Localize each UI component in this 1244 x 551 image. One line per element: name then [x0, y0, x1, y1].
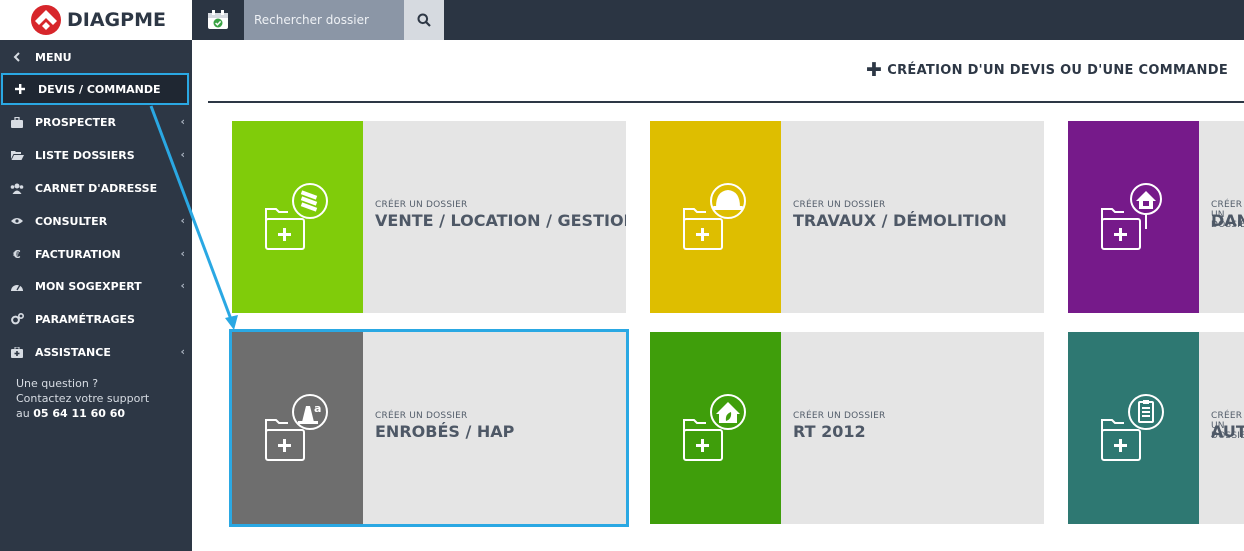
chevron-left-icon: ‹ — [180, 345, 185, 358]
folder-sale-icon — [265, 183, 328, 250]
sidebar-item-label: ASSISTANCE — [35, 345, 111, 359]
card-title: TRAVAUX / DÉMOLITION — [793, 211, 1007, 230]
title-divider — [208, 101, 1244, 103]
card-title: RT 2012 — [793, 422, 866, 441]
card-title: ENROBÉS / HAP — [375, 422, 515, 441]
sidebar-item-label: PROSPECTER — [35, 115, 116, 129]
sidebar-item-label: DEVIS / COMMANDE — [38, 82, 161, 96]
card-icon-area — [1068, 121, 1199, 313]
sidebar-item-label: FACTURATION — [35, 247, 121, 261]
sidebar-item-menu[interactable]: MENU — [0, 41, 192, 73]
support-question: Une question ? — [16, 377, 99, 390]
card-enrobes-hap[interactable]: a CRÉER UN DOSSIER ENROBÉS / HAP — [229, 329, 629, 527]
search-button[interactable] — [404, 0, 444, 40]
card-title: DAN — [1211, 211, 1244, 230]
sidebar-item-label: MON SOGEXPERT — [35, 279, 142, 293]
chevron-left-icon — [10, 50, 24, 64]
sidebar-item-consulter[interactable]: CONSULTER ‹ — [0, 205, 192, 237]
calendar-check-icon — [208, 10, 228, 29]
folder-eco-house-icon — [683, 394, 746, 461]
sidebar-item-mon-sogexpert[interactable]: MON SOGEXPERT ‹ — [0, 270, 192, 302]
sidebar-item-assistance[interactable]: ASSISTANCE ‹ — [0, 336, 192, 368]
svg-text:a: a — [314, 402, 321, 415]
card-icon-area — [650, 121, 781, 313]
chevron-left-icon: ‹ — [180, 279, 185, 292]
sidebar-item-label: CONSULTER — [35, 214, 108, 228]
card-autre[interactable]: CRÉER UN DOSSIER AUT — [1068, 332, 1244, 524]
sidebar-item-liste-dossiers[interactable]: LISTE DOSSIERS ‹ — [0, 139, 192, 171]
folder-checklist-icon — [1101, 394, 1164, 461]
card-subtitle: CRÉER UN DOSSIER — [793, 411, 886, 421]
sidebar-item-devis-commande[interactable]: DEVIS / COMMANDE — [1, 73, 189, 105]
support-phone[interactable]: 05 64 11 60 60 — [33, 407, 125, 420]
card-dan[interactable]: CRÉER UN DOSSIER DAN — [1068, 121, 1244, 313]
card-rt-2012[interactable]: CRÉER UN DOSSIER RT 2012 — [650, 332, 1044, 524]
gears-icon — [10, 312, 24, 326]
folder-open-icon — [10, 148, 24, 162]
chevron-left-icon: ‹ — [180, 214, 185, 227]
search-icon — [417, 13, 431, 27]
chevron-left-icon: ‹ — [180, 247, 185, 260]
sidebar-item-label: CARNET D'ADRESSE — [35, 181, 158, 195]
euro-icon: € — [13, 247, 21, 261]
support-contact: Contactez votre support — [16, 392, 150, 405]
top-bar-fill — [444, 0, 1244, 40]
card-title: AUT — [1211, 422, 1244, 441]
card-icon-area — [1068, 332, 1199, 524]
calendar-button[interactable] — [192, 0, 244, 40]
sidebar-item-label: PARAMÉTRAGES — [35, 312, 135, 326]
page-title-text: CRÉATION D'UN DEVIS OU D'UNE COMMANDE — [887, 63, 1228, 78]
support-info: Une question ? Contactez votre support a… — [16, 376, 149, 421]
dashboard-icon — [10, 279, 24, 293]
folder-house-plug-icon — [1101, 183, 1162, 250]
first-aid-icon — [10, 345, 24, 359]
folder-road-cone-icon: a — [265, 394, 328, 461]
support-prefix: au — [16, 407, 30, 420]
sidebar-item-label: MENU — [35, 50, 72, 64]
card-subtitle: CRÉER UN DOSSIER — [793, 200, 886, 210]
card-subtitle: CRÉER UN DOSSIER — [375, 200, 468, 210]
eye-icon — [10, 214, 24, 228]
card-title: VENTE / LOCATION / GESTION — [375, 211, 626, 230]
sidebar-item-carnet-adresse[interactable]: CARNET D'ADRESSE — [0, 172, 192, 204]
plus-icon: ✚ — [866, 59, 883, 81]
diagpme-logo-icon — [31, 5, 61, 35]
sidebar: MENU DEVIS / COMMANDE PROSPECTER ‹ LISTE… — [0, 40, 192, 551]
folder-hardhat-icon — [683, 183, 746, 250]
brand-name: DIAGPME — [67, 9, 166, 31]
search-input[interactable] — [244, 0, 404, 40]
brand-logo[interactable]: DIAGPME — [0, 0, 192, 40]
sidebar-item-label: LISTE DOSSIERS — [35, 148, 135, 162]
sidebar-item-facturation[interactable]: € FACTURATION ‹ — [0, 238, 192, 270]
plus-icon — [13, 82, 27, 96]
sidebar-item-parametrages[interactable]: PARAMÉTRAGES — [0, 303, 192, 335]
card-subtitle: CRÉER UN DOSSIER — [375, 411, 468, 421]
chevron-left-icon: ‹ — [180, 115, 185, 128]
card-icon-area — [232, 121, 363, 313]
chevron-left-icon: ‹ — [180, 148, 185, 161]
card-travaux-demolition[interactable]: CRÉER UN DOSSIER TRAVAUX / DÉMOLITION — [650, 121, 1044, 313]
sidebar-item-prospecter[interactable]: PROSPECTER ‹ — [0, 106, 192, 138]
main-content: ✚ CRÉATION D'UN DEVIS OU D'UNE COMMANDE … — [192, 40, 1244, 551]
card-icon-area — [650, 332, 781, 524]
card-icon-area: a — [232, 332, 363, 524]
card-vente-location-gestion[interactable]: CRÉER UN DOSSIER VENTE / LOCATION / GEST… — [232, 121, 626, 313]
users-icon — [10, 181, 24, 195]
page-title: ✚ CRÉATION D'UN DEVIS OU D'UNE COMMANDE — [866, 59, 1228, 81]
briefcase-icon — [10, 115, 24, 129]
